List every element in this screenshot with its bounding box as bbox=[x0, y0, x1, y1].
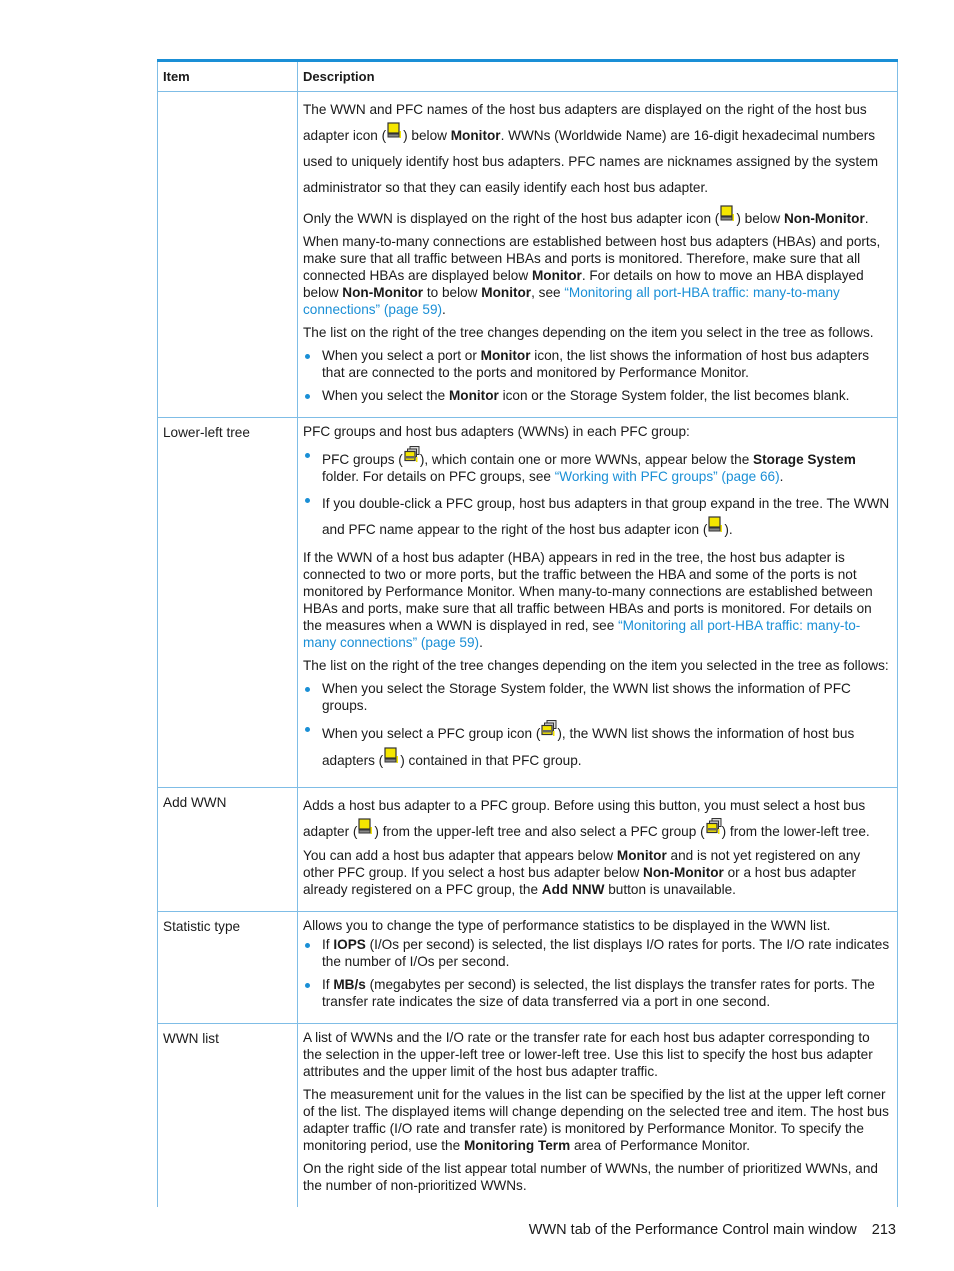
host-bus-adapter-icon bbox=[387, 122, 402, 143]
bullet-list: If IOPS (I/Os per second) is selected, t… bbox=[303, 936, 892, 1010]
page-footer: WWN tab of the Performance Control main … bbox=[529, 1222, 896, 1238]
list-item: PFC groups (), which contain one or more… bbox=[303, 446, 892, 485]
item-cell bbox=[157, 91, 298, 418]
list-item: When you select a port or Monitor icon, … bbox=[303, 347, 892, 381]
bullet-list: When you select the Storage System folde… bbox=[303, 680, 892, 774]
paragraph: PFC groups and host bus adapters (WWNs) … bbox=[303, 424, 690, 439]
table-row: Statistic type Allows you to change the … bbox=[157, 911, 898, 1024]
description-cell: PFC groups and host bus adapters (WWNs) … bbox=[297, 417, 898, 788]
description-cell: A list of WWNs and the I/O rate or the t… bbox=[297, 1023, 898, 1207]
paragraph: The WWN and PFC names of the host bus ad… bbox=[303, 102, 879, 195]
cross-reference-link[interactable]: “Working with PFC groups” (page 66) bbox=[555, 469, 780, 484]
description-cell: Adds a host bus adapter to a PFC group. … bbox=[297, 787, 898, 912]
table-row: The WWN and PFC names of the host bus ad… bbox=[157, 91, 898, 418]
item-cell: WWN list bbox=[157, 1023, 298, 1207]
description-cell: Allows you to change the type of perform… bbox=[297, 911, 898, 1024]
paragraph: Allows you to change the type of perform… bbox=[303, 918, 831, 933]
host-bus-adapter-icon bbox=[358, 818, 373, 839]
list-item: When you select a PFC group icon (), the… bbox=[303, 720, 892, 774]
description-table: Item Description The WWN and PFC names o… bbox=[157, 59, 898, 1207]
host-bus-adapter-icon bbox=[384, 747, 399, 768]
table-row: Lower-left tree PFC groups and host bus … bbox=[157, 417, 898, 788]
item-cell: Statistic type bbox=[157, 911, 298, 1024]
list-item: If MB/s (megabytes per second) is select… bbox=[303, 976, 892, 1010]
paragraph: Only the WWN is displayed on the right o… bbox=[303, 205, 892, 227]
table-row: Add WWN Adds a host bus adapter to a PFC… bbox=[157, 787, 898, 912]
description-cell: The WWN and PFC names of the host bus ad… bbox=[297, 91, 898, 418]
column-header-description: Description bbox=[297, 59, 898, 92]
paragraph: When many-to-many connections are establ… bbox=[303, 234, 881, 317]
paragraph: The list on the right of the tree change… bbox=[303, 658, 889, 673]
pfc-group-icon bbox=[541, 720, 557, 741]
footer-section-title: WWN tab of the Performance Control main … bbox=[528, 1222, 857, 1238]
host-bus-adapter-icon bbox=[708, 516, 723, 537]
table-row: WWN list A list of WWNs and the I/O rate… bbox=[157, 1023, 898, 1207]
paragraph: The list on the right of the tree change… bbox=[303, 325, 874, 340]
pfc-group-icon bbox=[404, 446, 420, 467]
column-header-item: Item bbox=[157, 59, 298, 92]
paragraph: Adds a host bus adapter to a PFC group. … bbox=[303, 798, 870, 839]
table-header-row: Item Description bbox=[157, 59, 898, 92]
paragraph: If the WWN of a host bus adapter (HBA) a… bbox=[303, 550, 873, 650]
paragraph: A list of WWNs and the I/O rate or the t… bbox=[303, 1030, 873, 1079]
list-item: When you select the Storage System folde… bbox=[303, 680, 892, 714]
paragraph: On the right side of the list appear tot… bbox=[303, 1161, 878, 1193]
pfc-group-icon bbox=[706, 818, 722, 839]
item-cell: Add WWN bbox=[157, 787, 298, 912]
page-number: 213 bbox=[871, 1222, 896, 1238]
list-item: If you double-click a PFC group, host bu… bbox=[303, 491, 892, 543]
bullet-list: When you select a port or Monitor icon, … bbox=[303, 347, 892, 404]
paragraph: You can add a host bus adapter that appe… bbox=[303, 848, 861, 897]
paragraph: The measurement unit for the values in t… bbox=[303, 1087, 889, 1153]
item-cell: Lower-left tree bbox=[157, 417, 298, 788]
list-item: If IOPS (I/Os per second) is selected, t… bbox=[303, 936, 892, 970]
list-item: When you select the Monitor icon or the … bbox=[303, 387, 892, 404]
host-bus-adapter-icon bbox=[720, 205, 735, 226]
bullet-list: PFC groups (), which contain one or more… bbox=[303, 446, 892, 543]
